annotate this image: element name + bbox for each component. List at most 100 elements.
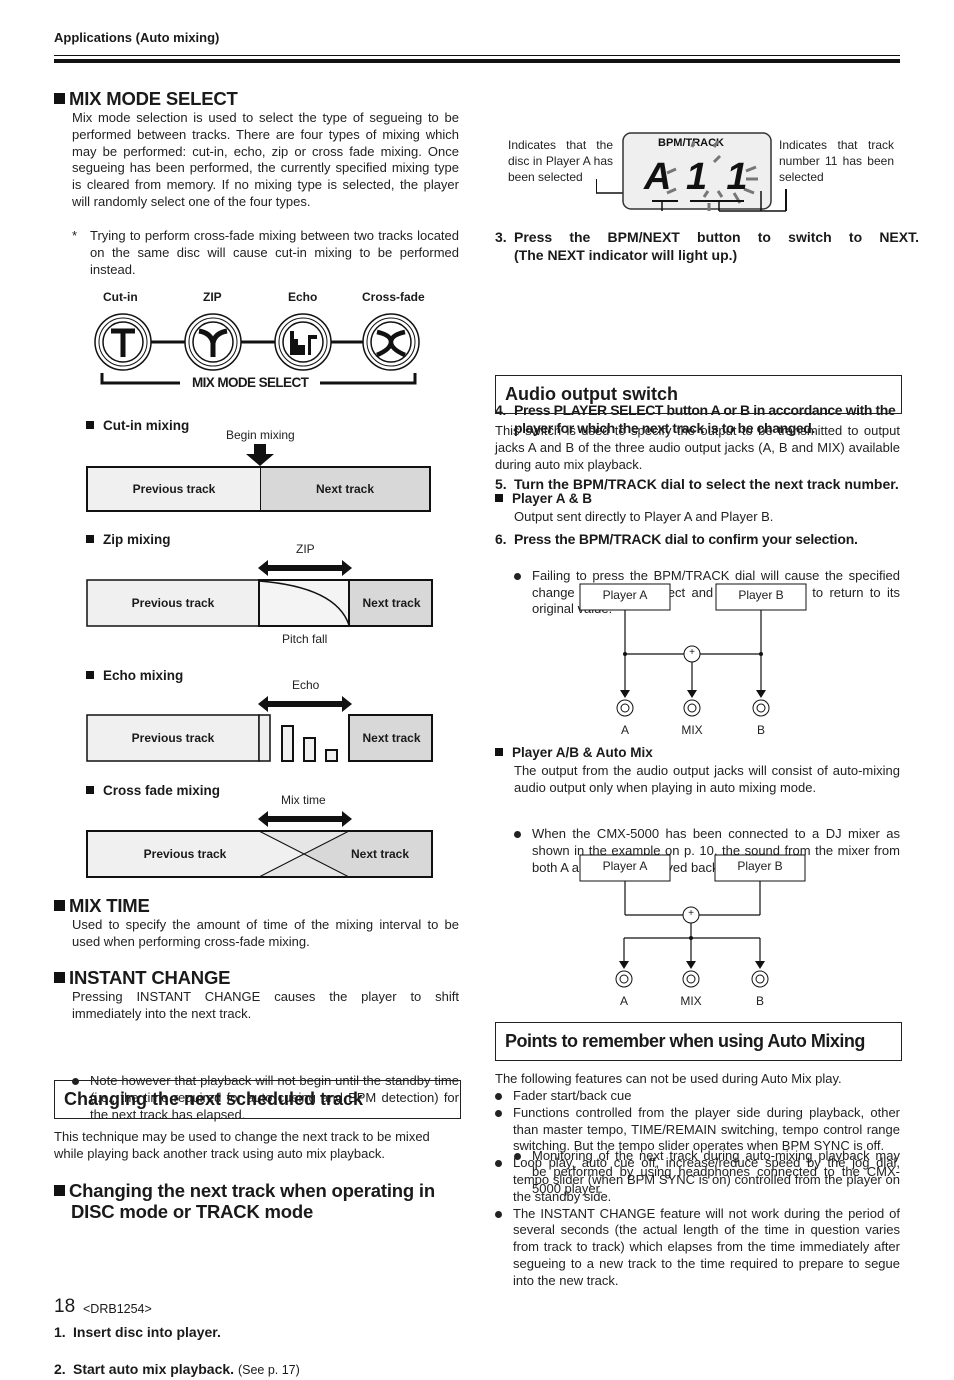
- bullet-icon: [495, 1210, 502, 1218]
- output-diagram-auto: [579, 854, 806, 988]
- zip-span-label: ZIP: [296, 542, 315, 556]
- header-rule-thin: [54, 55, 900, 56]
- jack-icon: [616, 699, 634, 717]
- square-bullet-icon: [54, 93, 65, 104]
- bpm-track-display: BPM/TRACK A 11: [596, 132, 787, 212]
- document-code: <DRB1254>: [83, 1302, 152, 1316]
- changing-next-track-box-title: Changing the next scheduled track: [54, 1080, 461, 1119]
- double-arrow-icon: [258, 811, 352, 827]
- bullet-icon: [495, 1109, 502, 1117]
- mix-mode-select-heading: MIX MODE SELECT: [54, 88, 238, 109]
- player-b-label: Player B: [737, 859, 783, 873]
- begin-mixing-label: Begin mixing: [226, 428, 295, 442]
- points-item: Loop play, auto cue off, increase/reduce…: [495, 1155, 900, 1205]
- echo-span-label: Echo: [292, 678, 320, 692]
- points-item: Functions controlled from the player sid…: [495, 1105, 900, 1155]
- square-bullet-icon: [54, 972, 65, 983]
- points-box-title: Points to remember when using Auto Mixin…: [495, 1022, 902, 1061]
- cut-in-diagram: Previous track Next track: [86, 466, 431, 512]
- cross-fade-mixing-title: Cross fade mixing: [86, 783, 220, 798]
- zip-previous-track-label: Previous track: [131, 596, 215, 610]
- jack-a-label: A: [620, 723, 629, 737]
- mix-time-span-label: Mix time: [281, 793, 326, 807]
- instant-change-heading: INSTANT CHANGE: [54, 967, 231, 988]
- player-b-label: Player B: [738, 588, 784, 602]
- audio-output-body: This switch is used to specify the outpu…: [495, 423, 900, 472]
- lcd-player-digit: A: [643, 156, 671, 198]
- bullet-icon: [495, 1093, 502, 1100]
- audio-output-box-title: Audio output switch: [495, 375, 902, 414]
- square-bullet-icon: [86, 535, 94, 543]
- jack-icon: [615, 970, 633, 988]
- cut-in-mixing-title: Cut-in mixing: [86, 418, 189, 433]
- echo-button[interactable]: [274, 313, 332, 371]
- double-arrow-icon: [258, 560, 352, 576]
- jack-b-label: B: [755, 994, 764, 1008]
- zip-next-track-label: Next track: [362, 596, 421, 610]
- asterisk-marker: *: [72, 228, 78, 243]
- jack-icon: [682, 970, 700, 988]
- mix-time-body: Used to specify the amount of time of th…: [72, 917, 459, 949]
- cross-fade-next-track-label: Next track: [350, 847, 410, 861]
- player-ab-body: Output sent directly to Player A and Pla…: [514, 509, 774, 524]
- zip-button[interactable]: [184, 313, 242, 371]
- square-bullet-icon: [86, 421, 94, 429]
- points-item: Fader start/back cue: [495, 1088, 900, 1105]
- echo-next-track-label: Next track: [362, 731, 421, 745]
- right-step-6: 6. Press the BPM/TRACK dial to confirm yo…: [495, 531, 858, 548]
- player-auto-mix-body: The output from the audio output jacks w…: [514, 763, 900, 795]
- jack-mix-label: MIX: [680, 994, 702, 1008]
- output-diagram-ab: [579, 583, 807, 717]
- jack-b-label: B: [756, 723, 765, 737]
- bullet-icon: [514, 831, 521, 839]
- jack-a-label: A: [619, 994, 628, 1008]
- zip-label: ZIP: [203, 290, 222, 304]
- echo-mixing-title: Echo mixing: [86, 668, 183, 683]
- next-track-block: Next track: [261, 468, 429, 510]
- square-bullet-icon: [495, 494, 503, 502]
- points-item: The INSTANT CHANGE feature will not work…: [495, 1206, 900, 1290]
- square-bullet-icon: [495, 748, 503, 756]
- zip-mixing-title: Zip mixing: [86, 532, 171, 547]
- echo-bar: [281, 725, 294, 762]
- square-bullet-icon: [86, 786, 94, 794]
- player-a-label: Player A: [602, 588, 648, 602]
- mix-time-heading: MIX TIME: [54, 895, 150, 916]
- changing-next-body: This technique may be used to change the…: [54, 1129, 430, 1161]
- player-ab-title: Player A & B: [495, 491, 592, 506]
- bullet-icon: [514, 572, 521, 580]
- bullet-icon: [495, 1160, 502, 1168]
- left-step-1: 1. Insert disc into player.: [54, 1323, 221, 1340]
- jack-icon: [683, 699, 701, 717]
- double-arrow-icon: [258, 696, 352, 712]
- mix-mode-select-body: Mix mode selection is used to select the…: [72, 110, 459, 209]
- header-rule-thick: [54, 59, 900, 63]
- instant-change-body: Pressing INSTANT CHANGE causes the playe…: [72, 989, 459, 1021]
- lcd-track-digits: 11: [686, 156, 769, 198]
- points-list: Fader start/back cue Functions controlle…: [495, 1088, 900, 1290]
- cut-in-label: Cut-in: [103, 290, 138, 304]
- section-header: Applications (Auto mixing): [54, 30, 220, 45]
- pitch-fall-region: [258, 579, 350, 627]
- echo-bar: [325, 749, 338, 762]
- page-number: 18: [54, 1296, 76, 1317]
- square-bullet-icon: [54, 900, 65, 911]
- jack-icon: [751, 970, 769, 988]
- jack-icon: [752, 699, 770, 717]
- echo-bar: [258, 714, 271, 762]
- sum-label: +: [688, 908, 694, 919]
- mix-mode-group-label: MIX MODE SELECT: [192, 375, 309, 390]
- left-step-2: 2. Start auto mix playback. (See p. 17): [54, 1361, 300, 1378]
- cut-in-button[interactable]: [94, 313, 152, 371]
- player-a-label: Player A: [602, 859, 648, 873]
- player-auto-mix-title: Player A/B & Auto Mix: [495, 745, 653, 760]
- cross-fade-previous-track-label: Previous track: [143, 847, 227, 861]
- echo-label: Echo: [288, 290, 318, 304]
- points-intro: The following features can not be used d…: [495, 1071, 842, 1086]
- cross-fade-button[interactable]: [362, 313, 420, 371]
- echo-previous-track-label: Previous track: [131, 731, 215, 745]
- changing-next-subtitle: Changing the next track when operating i…: [54, 1180, 464, 1222]
- square-bullet-icon: [86, 671, 94, 679]
- square-bullet-icon: [54, 1185, 65, 1196]
- sum-label: +: [689, 647, 695, 658]
